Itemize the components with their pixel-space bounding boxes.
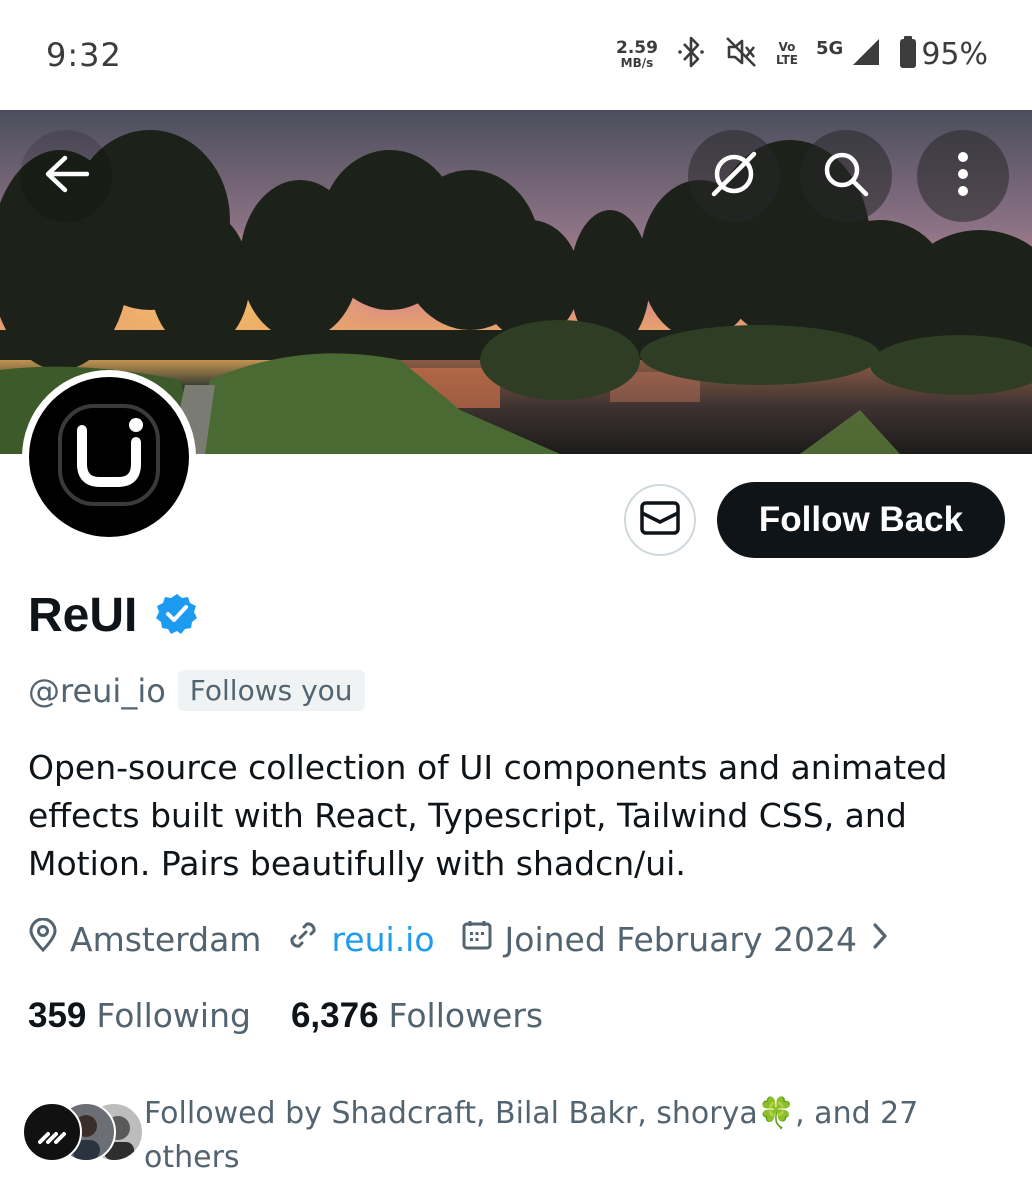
volte-bottom: LTE	[775, 53, 798, 67]
joined-item[interactable]: Joined February 2024	[461, 919, 891, 959]
status-time: 9:32	[46, 36, 122, 74]
volte-indicator: Vo LTE	[775, 40, 798, 67]
followers-count: 6,376	[290, 996, 379, 1035]
follower-avatar	[22, 1102, 82, 1162]
verified-badge-icon[interactable]	[155, 592, 199, 640]
battery-percent: 95%	[921, 36, 988, 72]
follows-you-badge: Follows you	[177, 670, 365, 711]
followers-label: Followers	[388, 996, 544, 1035]
search-button[interactable]	[800, 130, 892, 222]
status-icons: 2.59 MB/s Vo LTE 5G 95%	[616, 34, 988, 74]
network-type: 5G	[816, 37, 844, 59]
website-item[interactable]: reui.io	[287, 919, 435, 959]
mute-icon	[724, 35, 758, 73]
more-vertical-icon	[956, 151, 970, 201]
chevron-right-icon	[869, 920, 891, 959]
link-icon	[287, 919, 319, 959]
grok-icon	[708, 148, 760, 204]
grok-button[interactable]	[688, 130, 780, 222]
follow-back-button[interactable]: Follow Back	[717, 482, 1005, 558]
location-pin-icon	[28, 917, 58, 960]
message-button[interactable]	[624, 484, 696, 556]
joined-text: Joined February 2024	[504, 919, 857, 959]
status-bar: 9:32 2.59 MB/s Vo LTE 5G 95%	[0, 0, 1032, 110]
network-speed: 2.59 MB/s	[616, 37, 658, 70]
bluetooth-icon	[676, 35, 706, 73]
follow-stats: 359 Following 6,376 Followers	[28, 996, 583, 1036]
battery-indicator: 95%	[899, 36, 988, 72]
follower-avatars	[22, 1102, 144, 1162]
website-link[interactable]: reui.io	[331, 920, 434, 959]
signal-icon	[851, 37, 881, 71]
profile-meta: Amsterdam reui.io Joined February 2024	[28, 917, 917, 960]
back-button[interactable]	[20, 130, 112, 222]
more-button[interactable]	[917, 130, 1009, 222]
following-count: 359	[28, 996, 87, 1035]
profile-avatar[interactable]	[22, 370, 196, 544]
avatar-image	[29, 377, 189, 537]
location-text: Amsterdam	[70, 919, 262, 959]
calendar-icon	[461, 919, 493, 959]
profile-name: ReUI	[28, 589, 138, 642]
reui-logo-icon	[54, 400, 164, 514]
battery-icon	[899, 36, 917, 72]
following-label: Following	[96, 996, 251, 1035]
handle-row: @reui_io Follows you	[28, 670, 365, 711]
profile-name-row: ReUI	[28, 588, 199, 643]
following-stat[interactable]: 359 Following	[28, 996, 251, 1036]
mail-icon	[640, 501, 680, 539]
profile-bio: Open-source collection of UI components …	[28, 748, 948, 883]
followers-stat[interactable]: 6,376 Followers	[291, 996, 543, 1036]
search-icon	[821, 149, 871, 203]
profile-handle: @reui_io	[28, 671, 166, 710]
followed-by-text: Followed by Shadcraft, Bilal Bakr, shory…	[144, 1096, 919, 1175]
location-item: Amsterdam	[28, 917, 262, 960]
network-speed-value: 2.59	[616, 37, 658, 58]
back-arrow-icon	[43, 154, 90, 198]
network-speed-unit: MB/s	[620, 55, 654, 70]
